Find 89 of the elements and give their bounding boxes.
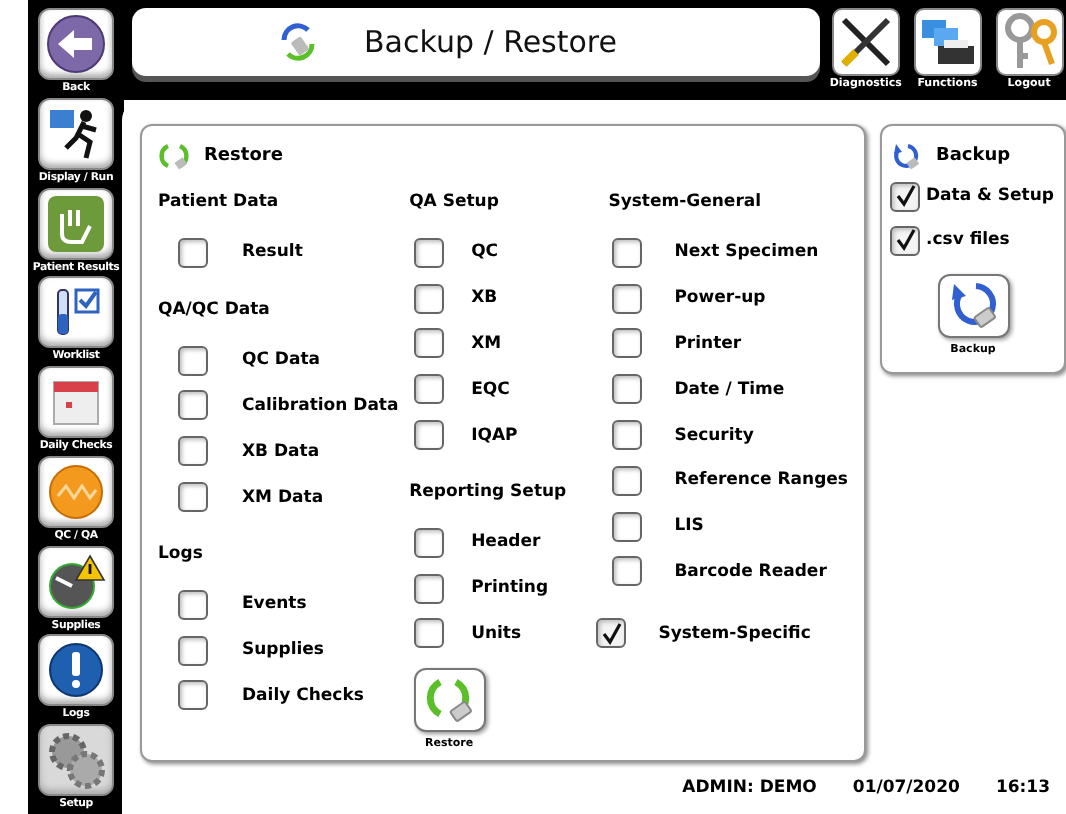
checkbox[interactable]	[413, 237, 444, 268]
checkbox[interactable]	[612, 374, 643, 405]
checkbox[interactable]	[612, 556, 643, 587]
group-heading: Logs	[158, 543, 205, 568]
checkbox[interactable]	[178, 390, 208, 421]
option-label: Units	[471, 623, 522, 644]
group-heading: QA Setup	[409, 192, 501, 216]
option-label: Date / Time	[674, 379, 785, 400]
option-label: LIS	[674, 516, 704, 537]
nav-qc-button[interactable]	[38, 455, 114, 528]
group-heading: System-General	[608, 192, 764, 216]
keys-icon	[999, 12, 1060, 72]
backup-button[interactable]	[937, 274, 1009, 338]
option-label: EQC	[471, 379, 510, 400]
checkbox[interactable]	[413, 618, 444, 649]
option-label: XM Data	[242, 487, 324, 508]
checkbox[interactable]	[413, 573, 444, 604]
checkbox[interactable]	[890, 181, 920, 211]
backup-title: Backup	[936, 146, 1011, 166]
option-label: XB	[471, 288, 498, 309]
option-label: XB Data	[242, 441, 320, 462]
checkbox[interactable]	[612, 283, 643, 314]
checkbox[interactable]	[178, 237, 208, 268]
checkbox[interactable]	[413, 527, 444, 558]
option-label: XM	[471, 333, 502, 354]
checkbox[interactable]	[178, 635, 208, 666]
date-label: 01/07/2020	[852, 778, 960, 798]
option-label: Data & Setup	[926, 186, 1055, 206]
option-label: Reference Ranges	[674, 470, 848, 491]
option-label: Printer	[674, 333, 742, 354]
group-heading: QA/QC Data	[158, 299, 272, 324]
wave-circle-icon	[46, 461, 106, 522]
option-label: Security	[674, 425, 754, 446]
checkbox[interactable]	[413, 420, 444, 451]
option-label: Daily Checks	[242, 685, 364, 706]
checkbox[interactable]	[612, 420, 643, 451]
hand-icon	[46, 193, 106, 254]
nav-gauge-button[interactable]	[38, 545, 114, 618]
tools-button[interactable]	[831, 8, 900, 76]
nav-alert-button[interactable]	[38, 634, 114, 707]
gears-icon	[46, 730, 106, 791]
group-heading: Reporting Setup	[409, 481, 569, 506]
checkbox[interactable]	[178, 482, 208, 513]
time-label: 16:13	[995, 778, 1050, 798]
option-label: Supplies	[242, 640, 324, 661]
checkbox[interactable]	[178, 680, 208, 711]
nav-run-button[interactable]	[38, 97, 114, 170]
checkbox[interactable]	[178, 436, 208, 467]
keys-button[interactable]	[995, 8, 1064, 76]
option-label: Printing	[471, 578, 549, 599]
nav-results-button[interactable]	[38, 187, 114, 260]
checkbox[interactable]	[413, 283, 444, 314]
checkbox[interactable]	[612, 328, 643, 359]
back-button[interactable]	[38, 8, 114, 80]
option-label: QC	[471, 242, 499, 263]
nav-worklist-button[interactable]	[38, 276, 114, 349]
option-label: Next Specimen	[674, 242, 819, 263]
window-title: Backup / Restore	[364, 24, 617, 60]
exclamation-icon	[46, 640, 106, 701]
restore-title: Restore	[204, 146, 283, 166]
option-label: Power-up	[674, 288, 766, 309]
checkbox[interactable]	[612, 237, 643, 268]
option-label: Calibration Data	[242, 395, 399, 416]
nav-calendar-button[interactable]	[38, 366, 114, 439]
group-heading: Patient Data	[158, 192, 281, 216]
checkbox[interactable]	[612, 511, 643, 542]
checkbox[interactable]	[178, 345, 208, 376]
user-label: ADMIN: DEMO	[682, 778, 817, 798]
restore-button[interactable]	[413, 668, 486, 733]
checkbox[interactable]	[890, 225, 920, 255]
backup-icon	[890, 140, 922, 172]
checkbox[interactable]	[596, 618, 627, 649]
gauge-warning-icon	[46, 551, 106, 612]
checkbox[interactable]	[612, 465, 643, 496]
option-label: IQAP	[471, 425, 518, 446]
restore-icon	[158, 140, 190, 172]
option-label: .csv files	[926, 230, 1010, 250]
checkbox[interactable]	[413, 374, 444, 405]
nav-gears-button[interactable]	[38, 724, 114, 797]
checkbox[interactable]	[178, 589, 208, 620]
option-label: Barcode Reader	[674, 561, 827, 582]
option-label: System-Specific	[658, 623, 811, 644]
option-label: QC Data	[242, 350, 321, 371]
option-label: Header	[471, 532, 541, 553]
refresh-icon	[276, 20, 320, 64]
printer-button[interactable]	[913, 8, 982, 76]
option-label: Result	[242, 242, 303, 263]
option-label: Events	[242, 594, 307, 615]
checkbox[interactable]	[413, 328, 444, 359]
